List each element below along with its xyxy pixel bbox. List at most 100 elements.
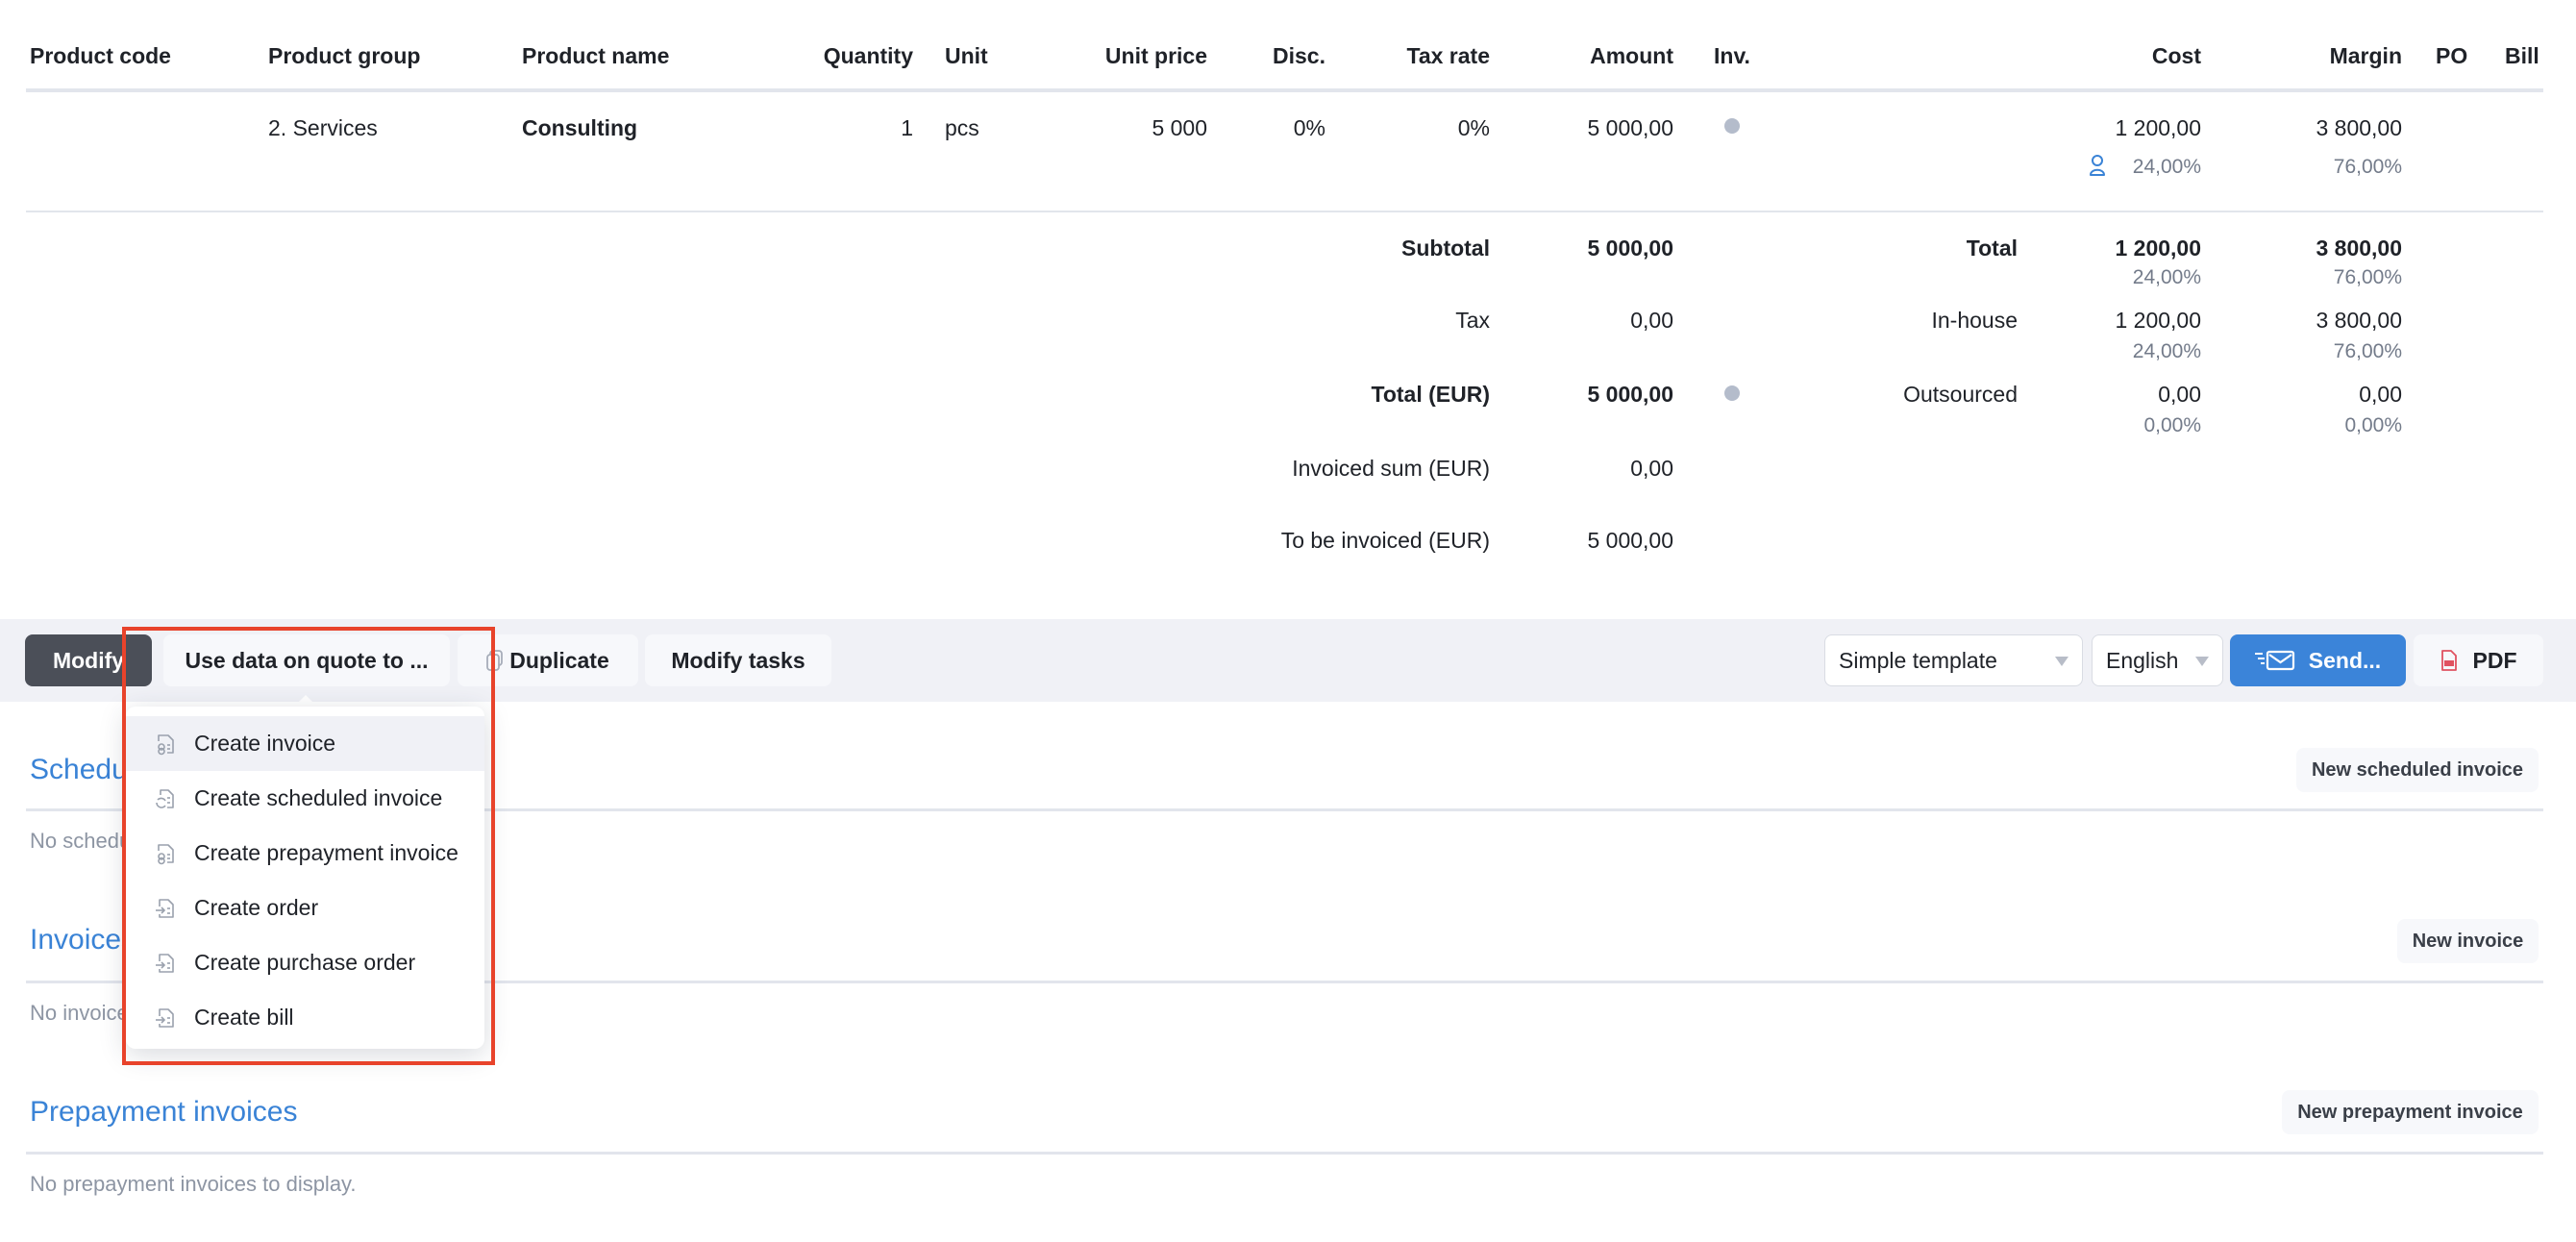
cost-outsourced-cost-percent: 0,00% xyxy=(2143,414,2201,436)
cost-total-cost: 1 200,00 xyxy=(2115,236,2201,261)
prepayment-invoices-title: Prepayment invoices xyxy=(30,1096,298,1128)
cost-outsourced-margin: 0,00 xyxy=(2359,382,2402,407)
subtotal-label: Subtotal xyxy=(1401,236,1490,261)
menu-item-label: Create bill xyxy=(194,1005,294,1030)
new-invoice-button[interactable]: New invoice xyxy=(2397,919,2539,963)
cost-total-margin-percent: 76,00% xyxy=(2333,266,2402,288)
header-invoiced[interactable]: Inv. xyxy=(1714,45,1750,67)
cell-quantity: 1 xyxy=(901,115,913,140)
total-value: 5 000,00 xyxy=(1587,382,1673,407)
header-divider xyxy=(26,88,2543,92)
header-unit-price[interactable]: Unit price xyxy=(1105,45,1207,67)
menu-item-create-purchase-order[interactable]: Create purchase order xyxy=(126,935,484,990)
total-status-dot xyxy=(1724,385,1740,401)
document-import-icon xyxy=(155,1006,176,1030)
cell-margin: 3 800,00 xyxy=(2316,115,2402,140)
send-button[interactable]: Send... xyxy=(2230,634,2406,686)
new-scheduled-invoice-button[interactable]: New scheduled invoice xyxy=(2296,748,2539,792)
header-discount[interactable]: Disc. xyxy=(1273,45,1325,67)
pdf-button[interactable]: PDF xyxy=(2414,634,2543,686)
cell-product-name: Consulting xyxy=(522,115,638,140)
header-product-name[interactable]: Product name xyxy=(522,45,669,67)
modify-tasks-button[interactable]: Modify tasks xyxy=(645,634,831,686)
menu-item-create-bill[interactable]: Create bill xyxy=(126,990,484,1045)
to-be-invoiced-value: 5 000,00 xyxy=(1587,528,1673,553)
duplicate-button[interactable]: Duplicate xyxy=(458,634,638,686)
chevron-down-icon xyxy=(2055,657,2068,666)
dropdown-pointer xyxy=(294,695,317,707)
language-select[interactable]: English xyxy=(2092,634,2223,686)
header-product-code[interactable]: Product code xyxy=(30,45,171,67)
modify-tasks-button-label: Modify tasks xyxy=(671,647,805,673)
cost-inhouse-cost-percent: 24,00% xyxy=(2132,340,2201,362)
menu-item-create-invoice[interactable]: Create invoice xyxy=(126,716,484,771)
subtotal-value: 5 000,00 xyxy=(1587,236,1673,261)
pdf-icon xyxy=(2440,649,2458,672)
cost-total-label: Total xyxy=(1966,236,2018,261)
menu-item-label: Create order xyxy=(194,895,319,920)
modify-button[interactable]: Modify xyxy=(25,634,152,686)
header-quantity[interactable]: Quantity xyxy=(824,45,913,67)
to-be-invoiced-label: To be invoiced (EUR) xyxy=(1280,528,1490,553)
menu-item-label: Create purchase order xyxy=(194,950,416,975)
invoice-status-dot xyxy=(1724,118,1740,134)
header-product-group[interactable]: Product group xyxy=(268,45,420,67)
menu-item-create-order[interactable]: Create order xyxy=(126,881,484,935)
cost-inhouse-label: In-house xyxy=(1931,308,2018,333)
row-divider xyxy=(26,211,2543,212)
section-divider xyxy=(26,1152,2543,1155)
header-bill[interactable]: Bill xyxy=(2505,45,2539,67)
cell-discount: 0% xyxy=(1293,115,1325,140)
cell-cost: 1 200,00 xyxy=(2115,115,2201,140)
header-cost[interactable]: Cost xyxy=(2152,45,2201,67)
cell-tax-rate: 0% xyxy=(1457,115,1490,140)
invoice-icon xyxy=(155,842,176,865)
invoices-title: Invoices xyxy=(30,924,136,956)
prepayment-invoices-empty: No prepayment invoices to display. xyxy=(30,1172,357,1196)
language-select-value: English xyxy=(2106,647,2179,673)
pdf-button-label: PDF xyxy=(2472,647,2517,673)
cell-amount: 5 000,00 xyxy=(1587,115,1673,140)
cost-inhouse-cost: 1 200,00 xyxy=(2115,308,2201,333)
cost-outsourced-cost: 0,00 xyxy=(2158,382,2201,407)
cost-inhouse-margin-percent: 76,00% xyxy=(2333,340,2402,362)
new-prepayment-invoice-button[interactable]: New prepayment invoice xyxy=(2282,1090,2539,1134)
new-scheduled-invoice-label: New scheduled invoice xyxy=(2311,758,2524,781)
duplicate-icon xyxy=(486,650,504,671)
new-invoice-label: New invoice xyxy=(2412,930,2524,952)
use-data-on-quote-button[interactable]: Use data on quote to ... xyxy=(163,634,450,686)
person-icon[interactable] xyxy=(2088,154,2107,177)
send-mail-icon xyxy=(2254,650,2295,671)
menu-item-create-scheduled-invoice[interactable]: Create scheduled invoice xyxy=(126,771,484,826)
modify-button-label: Modify xyxy=(52,647,125,673)
tax-value: 0,00 xyxy=(1630,308,1673,333)
cell-cost-percent: 24,00% xyxy=(2132,156,2201,178)
cell-margin-percent: 76,00% xyxy=(2333,156,2402,178)
invoiced-sum-label: Invoiced sum (EUR) xyxy=(1292,456,1490,481)
cell-unit-price: 5 000 xyxy=(1152,115,1207,140)
cost-outsourced-margin-percent: 0,00% xyxy=(2344,414,2402,436)
header-amount[interactable]: Amount xyxy=(1590,45,1673,67)
header-tax-rate[interactable]: Tax rate xyxy=(1406,45,1490,67)
document-import-icon xyxy=(155,952,176,975)
document-import-icon xyxy=(155,897,176,920)
menu-item-create-prepayment-invoice[interactable]: Create prepayment invoice xyxy=(126,826,484,881)
menu-item-label: Create prepayment invoice xyxy=(194,840,458,865)
header-unit[interactable]: Unit xyxy=(945,45,988,67)
cost-outsourced-label: Outsourced xyxy=(1903,382,2018,407)
invoiced-sum-value: 0,00 xyxy=(1630,456,1673,481)
cost-inhouse-margin: 3 800,00 xyxy=(2316,308,2402,333)
header-po[interactable]: PO xyxy=(2436,45,2467,67)
template-select-value: Simple template xyxy=(1839,647,1997,673)
menu-item-label: Create scheduled invoice xyxy=(194,785,443,810)
new-prepayment-invoice-label: New prepayment invoice xyxy=(2297,1101,2523,1123)
send-button-label: Send... xyxy=(2308,647,2382,673)
header-margin[interactable]: Margin xyxy=(2330,45,2402,67)
invoice-icon xyxy=(155,733,176,756)
cost-total-cost-percent: 24,00% xyxy=(2132,266,2201,288)
tax-label: Tax xyxy=(1455,308,1490,333)
duplicate-button-label: Duplicate xyxy=(509,647,609,673)
template-select[interactable]: Simple template xyxy=(1824,634,2083,686)
use-data-button-label: Use data on quote to ... xyxy=(185,647,429,673)
chevron-down-icon xyxy=(2195,657,2209,666)
